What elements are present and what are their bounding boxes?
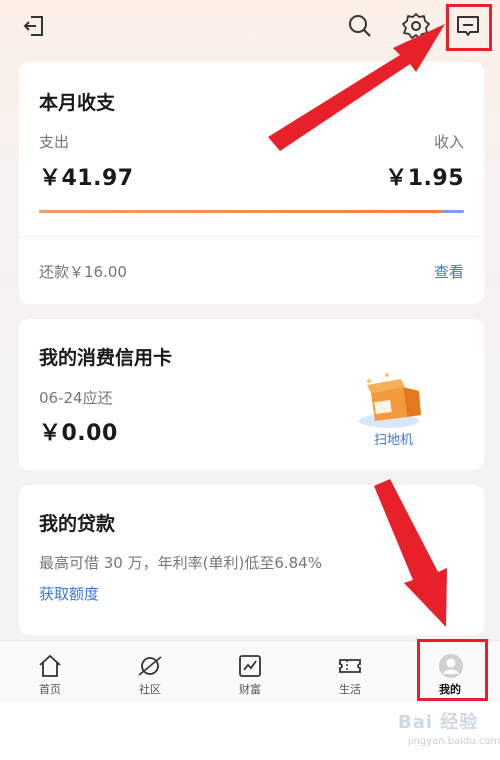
planet-icon — [138, 656, 162, 676]
tab-community[interactable]: 社区 — [100, 641, 200, 703]
home-icon — [39, 654, 61, 677]
tab-wealth[interactable]: 财富 — [200, 641, 300, 703]
tab-label: 首页 — [39, 683, 61, 696]
watermark-text: Bai 经验 — [398, 712, 479, 733]
chart-icon — [239, 655, 261, 677]
tab-label: 财富 — [239, 683, 261, 696]
annotation-box-mine — [417, 639, 488, 701]
tab-life[interactable]: 生活 — [300, 641, 400, 703]
ticket-icon — [339, 659, 361, 673]
tab-home[interactable]: 首页 — [0, 641, 100, 703]
bottom-tab-bar: 首页 社区 财富 生活 我的 — [0, 639, 500, 703]
watermark-url: jingyan.baidu.com — [408, 736, 500, 747]
tab-label: 社区 — [139, 683, 161, 696]
tab-label: 生活 — [339, 683, 361, 696]
baidu-watermark-logo: Bai 经验 jingyan.baidu.com — [396, 708, 500, 760]
